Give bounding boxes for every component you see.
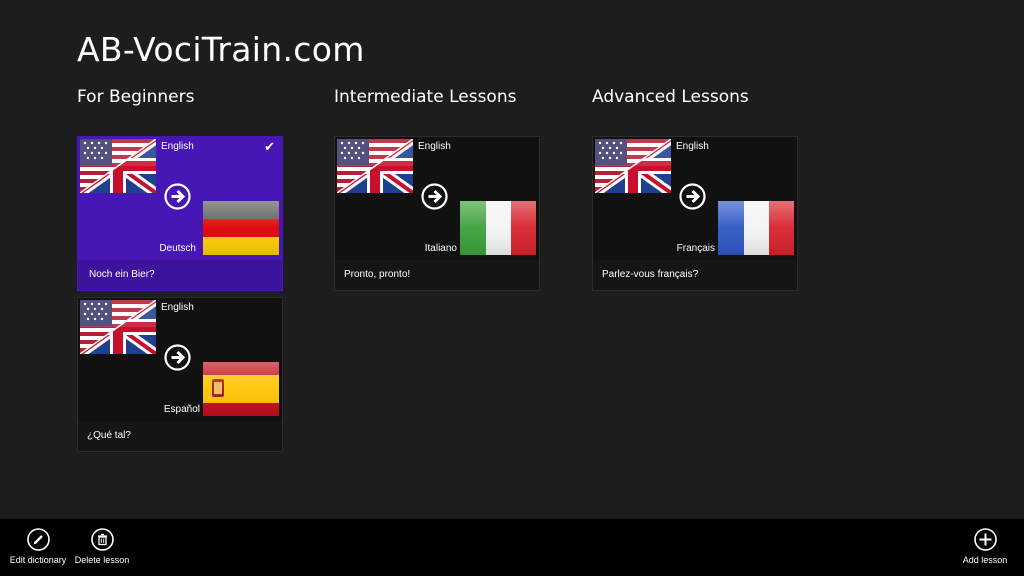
france-flag-icon	[718, 201, 794, 255]
lesson-tile-espanol[interactable]: English Español ¿Qué tal?	[77, 297, 283, 452]
selected-check-icon: ✔	[264, 139, 275, 154]
target-language-label: Italiano	[424, 243, 457, 254]
us-uk-flag-icon	[80, 300, 156, 354]
app-title: AB-VociTrain.com	[77, 30, 365, 69]
lesson-tile-francais[interactable]: English Français Parlez-vous français?	[592, 136, 798, 291]
lesson-image: English Français	[593, 137, 797, 261]
us-uk-flag-icon	[80, 139, 156, 193]
plus-icon	[973, 528, 997, 551]
us-uk-flag-icon	[595, 139, 671, 193]
add-lesson-label: Add lesson	[962, 555, 1008, 565]
edit-dictionary-label: Edit dictionary	[9, 555, 67, 565]
target-language-label: Français	[676, 243, 715, 254]
spain-flag-icon	[203, 362, 279, 416]
lesson-caption: Noch ein Bier?	[78, 260, 282, 290]
us-uk-flag-icon	[337, 139, 413, 193]
lesson-image: English ✔ Deutsch	[78, 137, 279, 261]
group-header-intermediate[interactable]: Intermediate Lessons	[334, 87, 516, 107]
lesson-image: English Español	[78, 298, 282, 422]
source-language-label: English	[161, 302, 194, 313]
pencil-icon	[26, 528, 50, 551]
edit-dictionary-button[interactable]: Edit dictionary	[3, 528, 73, 565]
group-header-advanced[interactable]: Advanced Lessons	[592, 87, 749, 107]
add-lesson-button[interactable]: Add lesson	[950, 528, 1020, 565]
arrow-right-icon	[421, 183, 448, 210]
lesson-caption: Parlez-vous français?	[593, 260, 797, 290]
lesson-image: English Italiano	[335, 137, 539, 261]
arrow-right-icon	[164, 344, 191, 371]
arrow-right-icon	[679, 183, 706, 210]
source-language-label: English	[418, 141, 451, 152]
trash-icon	[90, 528, 114, 551]
lesson-caption: ¿Qué tal?	[78, 421, 282, 451]
app-bar: Edit dictionary Delete lesson Add lesson	[0, 519, 1024, 576]
italy-flag-icon	[460, 201, 536, 255]
target-language-label: Español	[163, 404, 200, 415]
arrow-right-icon	[164, 183, 191, 210]
lesson-tile-italiano[interactable]: English Italiano Pronto, pronto!	[334, 136, 540, 291]
lesson-tile-deutsch[interactable]: English ✔ Deutsch Noch ein Bier?	[77, 136, 283, 291]
delete-lesson-label: Delete lesson	[74, 555, 130, 565]
delete-lesson-button[interactable]: Delete lesson	[67, 528, 137, 565]
source-language-label: English	[161, 141, 194, 152]
lesson-caption: Pronto, pronto!	[335, 260, 539, 290]
germany-flag-icon	[203, 201, 279, 255]
group-header-beginners[interactable]: For Beginners	[77, 87, 194, 107]
source-language-label: English	[676, 141, 709, 152]
target-language-label: Deutsch	[159, 243, 196, 254]
